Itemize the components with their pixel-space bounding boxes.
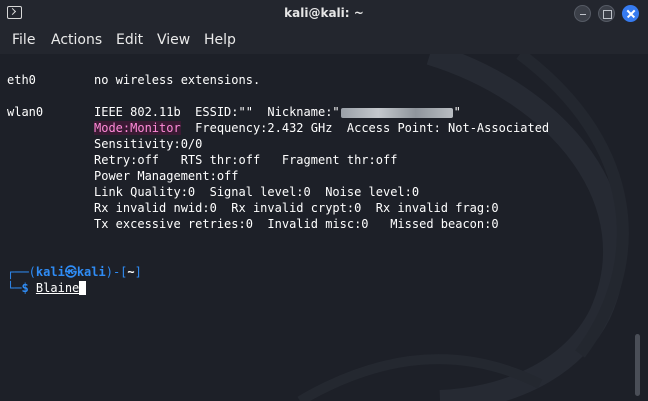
- prompt-top: ┌──(kali㉿kali)-[~]: [7, 264, 142, 280]
- prompt-bottom[interactable]: └─$ Blaine: [7, 280, 87, 296]
- menu-actions[interactable]: Actions: [51, 32, 102, 48]
- eth0-iface: eth0: [7, 73, 36, 87]
- command-input[interactable]: Blaine: [36, 281, 79, 295]
- rx-invalid-text: Rx invalid nwid:0 Rx invalid crypt:0 Rx …: [94, 201, 499, 215]
- eth0-msg: no wireless extensions.: [94, 73, 261, 87]
- wlan0-iface: wlan0: [7, 105, 44, 119]
- sensitivity-text: Sensitivity:0/0: [94, 137, 203, 151]
- eth0-line: eth0 no wireless extensions.: [7, 72, 260, 88]
- terminal-output[interactable]: eth0 no wireless extensions. wlan0 IEEE 80…: [0, 54, 648, 401]
- power-text: Power Management:off: [94, 169, 239, 183]
- prompt-user: kali: [35, 265, 65, 279]
- close-button[interactable]: [622, 5, 639, 22]
- window-title: kali@kali: ~: [284, 6, 364, 20]
- prompt-host: kali: [76, 265, 106, 279]
- wlan0-quote: ": [453, 105, 461, 119]
- title-bar[interactable]: kali@kali: ~: [0, 0, 648, 27]
- prompt-at-symbol: ㉿: [64, 265, 77, 279]
- minimize-button[interactable]: [574, 5, 591, 22]
- prompt-dollar: $: [21, 281, 29, 295]
- retry-text: Retry:off RTS thr:off Fragment thr:off: [94, 153, 398, 167]
- wlan0-header: IEEE 802.11b ESSID:"" Nickname:" ": [94, 104, 461, 120]
- prompt-frame-bottom: └─: [7, 281, 22, 295]
- tx-excessive-text: Tx excessive retries:0 Invalid misc:0 Mi…: [94, 217, 499, 231]
- mode-line-content: Mode:Monitor Frequency:2.432 GHz Access …: [94, 120, 549, 136]
- terminal-window: kali@kali: ~ File Actions Edit View Help…: [0, 0, 648, 401]
- menu-file[interactable]: File: [12, 32, 35, 48]
- menu-bar: File Actions Edit View Help: [0, 27, 648, 54]
- scrollbar[interactable]: [635, 334, 640, 396]
- prompt-dir: ~: [127, 265, 135, 279]
- mode-rest: Frequency:2.432 GHz Access Point: Not-As…: [180, 121, 550, 135]
- prompt-frame-left: ┌──(: [7, 265, 36, 279]
- mode-monitor: Mode:Monitor: [94, 121, 181, 135]
- link-quality-text: Link Quality:0 Signal level:0 Noise leve…: [94, 185, 420, 199]
- wlan0-essid-text: IEEE 802.11b ESSID:"" Nickname:": [94, 105, 340, 119]
- prompt-frame-end: ]: [134, 265, 142, 279]
- menu-help[interactable]: Help: [204, 32, 236, 48]
- wlan0-line: wlan0 IEEE 802.11b ESSID:"" Nickname:" ": [7, 104, 461, 120]
- menu-edit[interactable]: Edit: [116, 32, 143, 48]
- prompt-frame-mid: )-[: [105, 265, 128, 279]
- menu-view[interactable]: View: [157, 32, 190, 48]
- text-cursor: [79, 281, 87, 295]
- redacted-nickname: [340, 107, 453, 118]
- maximize-button[interactable]: [598, 5, 615, 22]
